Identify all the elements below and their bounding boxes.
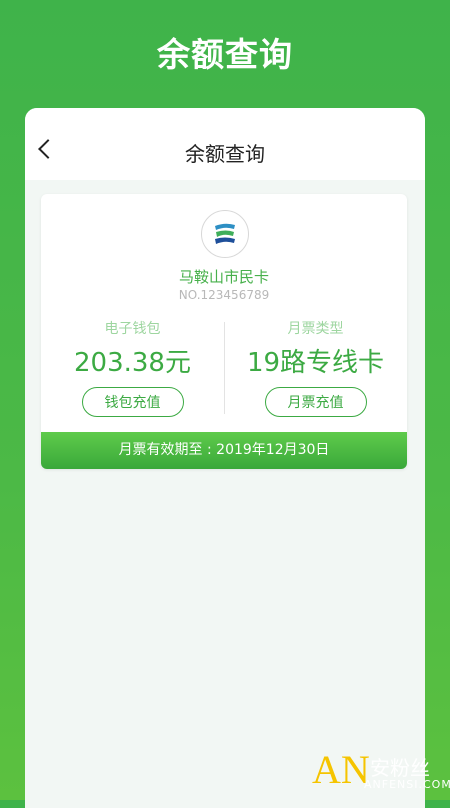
monthly-label: 月票类型	[287, 321, 344, 337]
watermark-logo: AN	[312, 747, 370, 792]
page-title: 余额查询	[185, 142, 265, 166]
watermark: AN 安粉丝 ANFENSI.COM	[312, 748, 450, 798]
balance-card: 马鞍山市民卡 NO.123456789 电子钱包 203.38元 钱包充值 月票…	[41, 194, 407, 469]
card-number: NO.123456789	[178, 288, 270, 302]
wallet-recharge-button[interactable]: 钱包充值	[81, 387, 184, 417]
monthly-section: 月票类型 19路专线卡 月票充值	[224, 318, 407, 417]
wallet-section: 电子钱包 203.38元 钱包充值	[41, 318, 224, 417]
city-card-logo	[201, 210, 249, 258]
logo-icon	[215, 223, 235, 244]
monthly-recharge-button[interactable]: 月票充值	[264, 387, 367, 417]
watermark-domain: ANFENSI.COM	[364, 778, 450, 791]
navbar: 余额查询	[25, 108, 425, 180]
promo-title: 余额查询	[157, 35, 293, 74]
phone-screen: 余额查询 马鞍山市民卡 NO.123456789 电子钱包 203.38元 钱包…	[25, 108, 425, 808]
wallet-balance: 203.38元	[74, 348, 191, 378]
expiry-bar: 月票有效期至 : 2019年12月30日	[41, 432, 407, 469]
monthly-type: 19路专线卡	[246, 348, 385, 378]
watermark-name: 安粉丝	[370, 756, 430, 780]
wallet-label: 电子钱包	[104, 321, 161, 337]
card-name: 马鞍山市民卡	[178, 268, 269, 286]
